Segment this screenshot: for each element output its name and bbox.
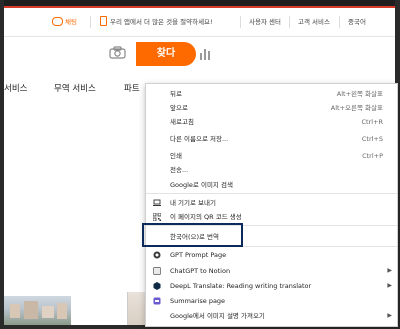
menu-item-label: 앞으로 bbox=[170, 104, 188, 112]
menu-item-label: 새로고침 bbox=[170, 118, 194, 126]
menu-item-label: 뒤로 bbox=[170, 90, 182, 98]
menu-item-shortcut: Ctrl+S bbox=[361, 135, 383, 143]
menu-item-reload[interactable]: 새로고침 Ctrl+R bbox=[146, 115, 397, 129]
divider bbox=[289, 16, 290, 28]
menu-item-label: 내 기기로 보내기 bbox=[170, 199, 216, 207]
menu-separator bbox=[146, 193, 397, 194]
submenu-arrow-icon: ▶ bbox=[387, 267, 392, 274]
search-button[interactable]: 찾다 bbox=[136, 42, 196, 66]
chat-link[interactable]: 채팅 bbox=[52, 8, 77, 36]
thumbnail-building bbox=[24, 301, 38, 319]
divider bbox=[240, 16, 241, 28]
nav-item-trade-services[interactable]: 무역 서비스 bbox=[54, 82, 96, 94]
menu-item-label: Google에서 이미지 설명 가져오기 bbox=[170, 312, 265, 320]
menu-item-label: Summarise page bbox=[170, 297, 226, 305]
menu-item-forward[interactable]: 앞으로 Alt+오른쪽 화살표 bbox=[146, 101, 397, 115]
menu-item-shortcut: Ctrl+P bbox=[362, 152, 383, 160]
menu-item-label: DeepL Translate: Reading writing transla… bbox=[170, 282, 312, 290]
menu-item-label: 전송... bbox=[170, 166, 189, 174]
camera-icon[interactable] bbox=[109, 46, 126, 59]
thumbnail-building bbox=[10, 304, 20, 318]
menu-item-search-images[interactable]: Google로 이미지 검색 bbox=[146, 178, 397, 192]
menu-item-label: Google로 이미지 검색 bbox=[170, 181, 233, 189]
context-menu: 뒤로 Alt+왼쪽 화살표 앞으로 Alt+오른쪽 화살표 새로고침 Ctrl+… bbox=[145, 83, 398, 327]
deepl-icon bbox=[153, 282, 161, 290]
menu-item-save-as[interactable]: 다른 이름으로 저장... Ctrl+S bbox=[146, 132, 397, 146]
app-promo-link[interactable]: 우리 앱에서 더 많은 것을 절약하세요! bbox=[100, 8, 213, 36]
seller-center-link[interactable]: 사용자 센터 bbox=[249, 8, 281, 36]
thumbnail-building bbox=[42, 306, 54, 318]
highlight-box bbox=[142, 223, 243, 247]
thumbnail-building bbox=[57, 303, 67, 319]
divider bbox=[90, 16, 91, 28]
nav-item-partner[interactable]: 파트 bbox=[124, 82, 140, 94]
customer-service-link[interactable]: 고객 서비스 bbox=[298, 8, 330, 36]
language-selector[interactable]: 중국어 bbox=[348, 8, 366, 36]
menu-item-label: ChatGPT to Notion bbox=[170, 267, 231, 275]
chat-label: 채팅 bbox=[65, 18, 77, 26]
submenu-arrow-icon: ▶ bbox=[387, 282, 392, 289]
nav-item-services[interactable]: 서비스 bbox=[4, 82, 27, 94]
laptop-icon bbox=[153, 199, 161, 206]
window-frame-left bbox=[0, 0, 4, 329]
menu-item-shortcut: Alt+오른쪽 화살표 bbox=[330, 104, 383, 112]
phone-icon bbox=[100, 16, 107, 26]
chat-icon bbox=[52, 16, 63, 26]
divider bbox=[339, 16, 340, 28]
menu-item-image-descriptions[interactable]: Google에서 이미지 설명 가져오기 ▶ bbox=[146, 309, 397, 323]
menu-item-label: 인쇄 bbox=[170, 152, 182, 160]
top-utility-bar: 채팅 우리 앱에서 더 많은 것을 절약하세요! 사용자 센터 고객 서비스 중… bbox=[4, 8, 395, 37]
menu-item-deepl[interactable]: DeepL Translate: Reading writing transla… bbox=[146, 279, 397, 293]
menu-item-send-to-device[interactable]: 내 기기로 보내기 bbox=[146, 196, 397, 210]
app-promo-label: 우리 앱에서 더 많은 것을 절약하세요! bbox=[110, 18, 213, 26]
product-thumbnail[interactable] bbox=[4, 296, 71, 325]
chatgpt-notion-icon bbox=[153, 267, 161, 275]
menu-item-chatgpt-notion[interactable]: ChatGPT to Notion ▶ bbox=[146, 264, 397, 278]
gpt-icon bbox=[153, 251, 161, 259]
bar-chart-icon[interactable] bbox=[199, 47, 213, 60]
menu-item-shortcut: Ctrl+R bbox=[361, 118, 383, 126]
menu-item-label: GPT Prompt Page bbox=[170, 251, 227, 259]
summarise-icon bbox=[153, 297, 161, 305]
menu-item-qr-code[interactable]: 이 페이지의 QR 코드 생성 bbox=[146, 210, 397, 224]
menu-item-summarise[interactable]: Summarise page bbox=[146, 294, 397, 308]
menu-item-label: 다른 이름으로 저장... bbox=[170, 135, 229, 143]
qr-code-icon bbox=[153, 213, 161, 221]
menu-item-label: 이 페이지의 QR 코드 생성 bbox=[170, 213, 242, 221]
menu-item-back[interactable]: 뒤로 Alt+왼쪽 화살표 bbox=[146, 87, 397, 101]
menu-item-cast[interactable]: 전송... bbox=[146, 163, 397, 177]
menu-item-gpt-prompt[interactable]: GPT Prompt Page bbox=[146, 248, 397, 262]
menu-item-shortcut: Alt+왼쪽 화살표 bbox=[336, 90, 383, 98]
submenu-arrow-icon: ▶ bbox=[387, 312, 392, 319]
menu-item-print[interactable]: 인쇄 Ctrl+P bbox=[146, 149, 397, 163]
